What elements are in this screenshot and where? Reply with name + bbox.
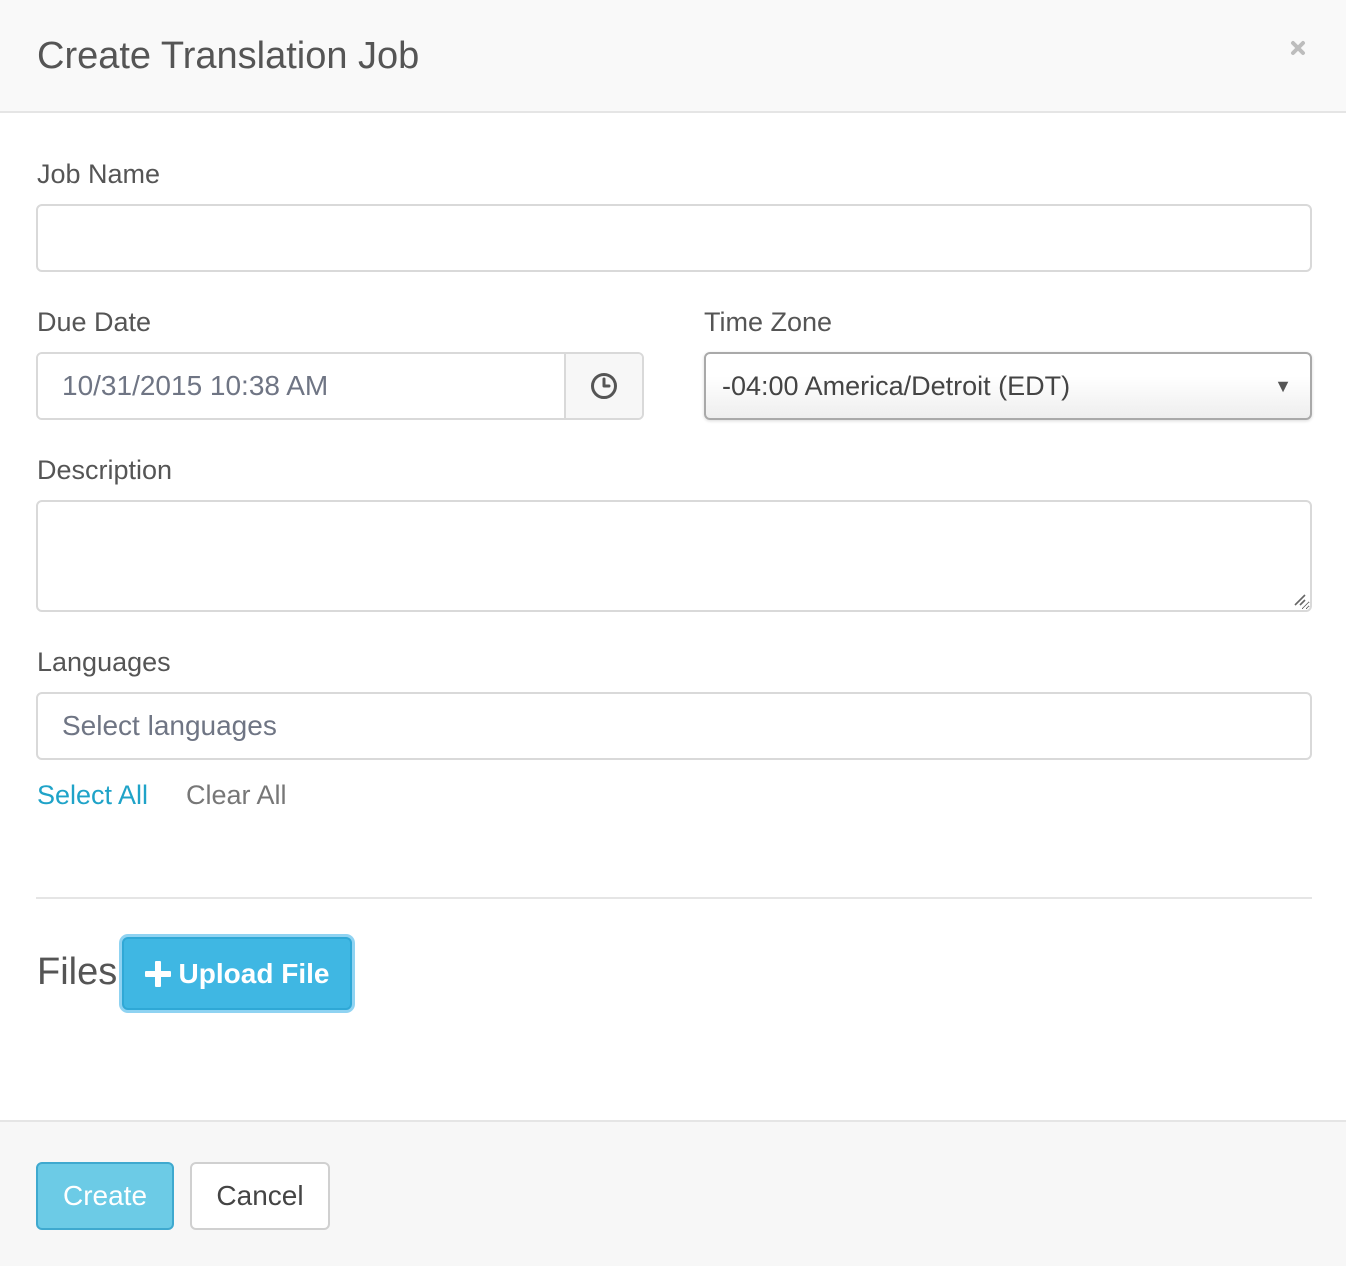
languages-label: Languages [37, 647, 171, 677]
close-icon-glyph [1291, 41, 1305, 55]
languages-placeholder: Select languages [62, 710, 277, 741]
caret-down-icon: ▼ [1274, 375, 1292, 396]
upload-file-button[interactable]: Upload File [122, 937, 352, 1010]
clock-icon [591, 373, 617, 399]
create-translation-job-dialog: Create Translation Job Job Name Due Date… [0, 0, 1346, 1266]
create-button[interactable]: Create [36, 1162, 174, 1230]
description-textarea[interactable] [36, 500, 1312, 612]
due-date-input[interactable] [38, 354, 564, 418]
description-label: Description [37, 455, 173, 485]
languages-input[interactable]: Select languages [36, 692, 1312, 760]
due-date-group [36, 352, 644, 420]
plus-icon [144, 960, 171, 987]
files-heading: Files [37, 951, 118, 993]
select-all-link[interactable]: Select All [37, 779, 148, 811]
cancel-button[interactable]: Cancel [190, 1162, 330, 1230]
dialog-header: Create Translation Job [0, 0, 1346, 113]
resize-grip-icon[interactable] [1292, 592, 1306, 606]
time-zone-selected-value: -04:00 America/Detroit (EDT) [722, 370, 1071, 401]
close-icon[interactable] [1286, 36, 1310, 60]
dialog-footer: Create Cancel [0, 1120, 1346, 1266]
time-zone-label: Time Zone [704, 307, 833, 337]
upload-file-label: Upload File [178, 957, 330, 989]
clear-all-link[interactable]: Clear All [186, 779, 287, 811]
description-wrapper [36, 500, 1312, 612]
job-name-label: Job Name [37, 159, 161, 189]
clock-button[interactable] [564, 354, 642, 418]
due-date-label: Due Date [37, 307, 152, 337]
section-divider [36, 897, 1312, 899]
dialog-title: Create Translation Job [37, 35, 420, 77]
time-zone-select[interactable]: -04:00 America/Detroit (EDT) ▼ [704, 352, 1312, 420]
job-name-input[interactable] [36, 204, 1312, 272]
